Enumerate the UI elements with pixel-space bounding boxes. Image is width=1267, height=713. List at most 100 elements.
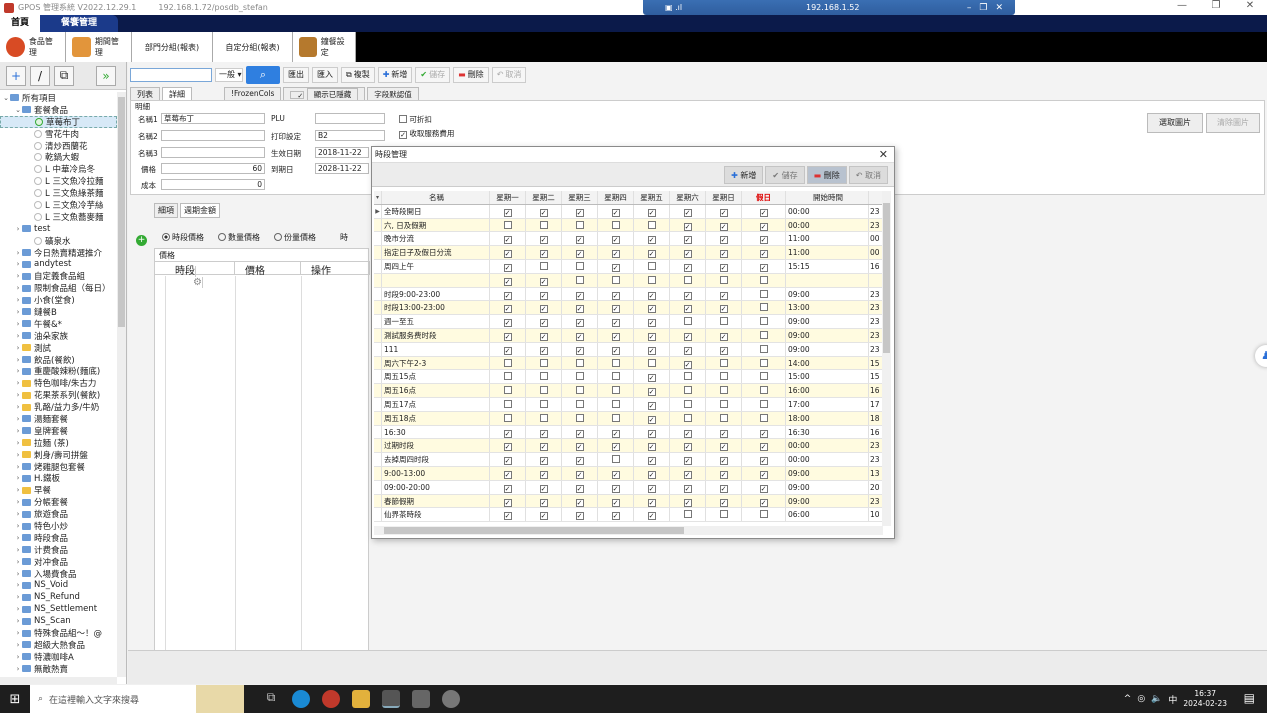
day-checkbox[interactable]: ✓: [634, 246, 670, 259]
day-checkbox[interactable]: ✓: [490, 453, 526, 466]
start-time[interactable]: 06:00: [786, 508, 869, 522]
chevron-right-icon[interactable]: ›: [14, 249, 22, 257]
tree-item[interactable]: › 分帳套餐: [0, 496, 117, 508]
day-checkbox[interactable]: [526, 370, 562, 384]
day-checkbox[interactable]: ✓: [670, 342, 706, 356]
day-checkbox[interactable]: [490, 384, 526, 397]
start-time[interactable]: 17:00: [786, 397, 869, 411]
day-checkbox[interactable]: ✓: [742, 439, 786, 453]
tree-item[interactable]: › test: [0, 223, 117, 235]
col-weekday[interactable]: 星期六: [670, 191, 706, 204]
day-checkbox[interactable]: [526, 384, 562, 397]
day-checkbox[interactable]: ✓: [526, 315, 562, 328]
start-time[interactable]: 11:00: [786, 246, 869, 259]
settings-icon[interactable]: ⚙: [183, 277, 203, 288]
tree-item[interactable]: › 測試: [0, 342, 117, 354]
day-checkbox[interactable]: ✓: [562, 453, 598, 466]
day-checkbox[interactable]: ✓: [634, 370, 670, 384]
period-name[interactable]: 时段13:00-23:00: [382, 301, 490, 315]
add-category-icon[interactable]: +: [6, 65, 26, 86]
network-icon[interactable]: ◎: [1137, 694, 1145, 704]
col-weekday[interactable]: 星期日: [706, 191, 742, 204]
end-time[interactable]: 23: [869, 287, 883, 301]
restore-icon[interactable]: ❐: [1199, 0, 1233, 11]
day-checkbox[interactable]: [706, 508, 742, 522]
col-start-time[interactable]: 開始時間: [786, 191, 869, 204]
day-checkbox[interactable]: ✓: [490, 315, 526, 328]
col-period[interactable]: 時段 ⚙: [155, 262, 235, 288]
table-row[interactable]: 周五18点 ✓ 18:00 18: [374, 411, 883, 426]
day-checkbox[interactable]: ✓: [526, 246, 562, 259]
period-name[interactable]: 09:00-20:00: [382, 480, 490, 494]
day-checkbox[interactable]: ✓: [742, 232, 786, 246]
add-price-icon[interactable]: +: [136, 235, 147, 246]
day-checkbox[interactable]: ✓: [562, 494, 598, 508]
day-checkbox[interactable]: ✓: [490, 439, 526, 453]
day-checkbox[interactable]: ✓: [670, 356, 706, 370]
day-checkbox[interactable]: ✓: [490, 328, 526, 342]
day-checkbox[interactable]: ✓: [670, 287, 706, 301]
day-checkbox[interactable]: [598, 273, 634, 287]
period-name[interactable]: 16:30: [382, 425, 490, 439]
tree-item[interactable]: 雪花牛肉: [0, 128, 117, 140]
day-checkbox[interactable]: ✓: [670, 232, 706, 246]
end-time[interactable]: 23: [869, 218, 883, 232]
pick-image-button[interactable]: 選取圖片: [1147, 113, 1203, 133]
name3-input[interactable]: [161, 147, 265, 158]
chevron-right-icon[interactable]: ›: [14, 332, 22, 340]
day-checkbox[interactable]: ✓: [598, 466, 634, 480]
day-checkbox[interactable]: ✓: [562, 204, 598, 218]
day-checkbox[interactable]: [742, 384, 786, 397]
chevron-right-icon[interactable]: ›: [14, 391, 22, 399]
day-checkbox[interactable]: ✓: [490, 494, 526, 508]
remote-restore-icon[interactable]: ❐: [979, 3, 987, 13]
day-checkbox[interactable]: ✓: [670, 425, 706, 439]
expand-icon[interactable]: »: [96, 65, 116, 86]
module-set-meal[interactable]: 鐘餐設定: [293, 32, 356, 62]
end-time[interactable]: 10: [869, 508, 883, 522]
tree-item[interactable]: › andytest: [0, 258, 117, 270]
day-checkbox[interactable]: ✓: [742, 246, 786, 259]
day-checkbox[interactable]: ✓: [670, 218, 706, 232]
day-checkbox[interactable]: [634, 356, 670, 370]
chevron-right-icon[interactable]: ›: [14, 653, 22, 661]
day-checkbox[interactable]: [742, 328, 786, 342]
day-checkbox[interactable]: [706, 411, 742, 425]
tree-item[interactable]: › 午餐&*: [0, 318, 117, 330]
day-checkbox[interactable]: [706, 370, 742, 384]
chevron-right-icon[interactable]: ›: [14, 308, 22, 316]
chevron-right-icon[interactable]: ›: [14, 427, 22, 435]
day-checkbox[interactable]: ✓: [562, 439, 598, 453]
table-row[interactable]: 09:00-20:00 ✓ ✓ ✓ ✓ ✓ ✓ ✓ ✓ 09:00 20: [374, 480, 883, 495]
tree-item[interactable]: › 超級大熱食品: [0, 639, 117, 651]
table-row[interactable]: 周五16点 ✓ 16:00 16: [374, 384, 883, 398]
day-checkbox[interactable]: ✓: [634, 204, 670, 218]
day-checkbox[interactable]: ✓: [742, 204, 786, 218]
name1-input[interactable]: 草莓布丁: [161, 113, 265, 124]
day-checkbox[interactable]: ✓: [490, 259, 526, 273]
tree-item[interactable]: › 特濃咖啡A: [0, 651, 117, 663]
day-checkbox[interactable]: ✓: [526, 342, 562, 356]
chevron-right-icon[interactable]: ›: [14, 581, 22, 589]
col-end-time[interactable]: [869, 191, 883, 204]
tree-item[interactable]: › 对冲食品: [0, 556, 117, 568]
start-time[interactable]: 00:00: [786, 439, 869, 453]
copy-icon[interactable]: ⧉: [54, 65, 74, 86]
day-checkbox[interactable]: ✓: [598, 204, 634, 218]
period-name[interactable]: 周六下午2-3: [382, 356, 490, 370]
day-checkbox[interactable]: [598, 453, 634, 466]
day-checkbox[interactable]: ✓: [634, 439, 670, 453]
tree-item[interactable]: › 入場費食品: [0, 568, 117, 580]
day-checkbox[interactable]: ✓: [490, 246, 526, 259]
day-checkbox[interactable]: ✓: [562, 246, 598, 259]
day-checkbox[interactable]: [670, 508, 706, 522]
day-checkbox[interactable]: ✓: [598, 246, 634, 259]
chevron-right-icon[interactable]: ›: [14, 570, 22, 578]
day-checkbox[interactable]: ✓: [742, 259, 786, 273]
col-price[interactable]: 價格: [235, 262, 301, 277]
day-checkbox[interactable]: ✓: [526, 232, 562, 246]
col-weekday[interactable]: 星期四: [598, 191, 634, 204]
chevron-right-icon[interactable]: ›: [14, 558, 22, 566]
period-name[interactable]: 晚市分流: [382, 232, 490, 246]
dialog-cancel-button[interactable]: ↶ 取消: [848, 166, 888, 184]
